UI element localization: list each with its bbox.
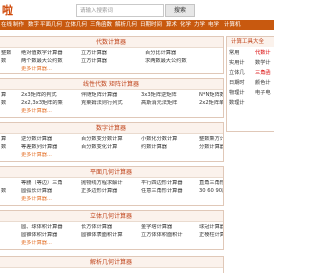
calc-link[interactable]: 30 60 90度直角三: [199, 188, 223, 195]
calc-link[interactable]: 圆锥体积计算器: [21, 232, 79, 239]
sidebar-title: 计算工具大全: [227, 37, 274, 47]
nav-item-arithmetic[interactable]: 算术: [166, 21, 177, 29]
section-analytic-geometry: 解析几何计算器: [0, 256, 224, 273]
calc-link[interactable]: 求两数最大公约数: [145, 58, 187, 65]
calc-link[interactable]: 百分比计算器: [145, 50, 176, 57]
calc-link[interactable]: 算: [1, 92, 6, 99]
calc-link[interactable]: 长方体计算器: [81, 224, 137, 231]
calc-link[interactable]: 数: [1, 100, 6, 107]
calc-link[interactable]: 抛物线方程求解计: [81, 180, 137, 187]
sidebar-link[interactable]: 电子电: [255, 88, 271, 98]
sidebar-link[interactable]: 颜色计: [255, 78, 271, 88]
section-number: 数字计算器 算 逆分数计算器 百分数变分数计算 小数化分数计算 整数乘方计算器 …: [0, 122, 224, 162]
nav-item-online[interactable]: 在线: [1, 21, 12, 29]
nav-item-plane-geometry[interactable]: 平面几何: [40, 21, 62, 29]
nav-item-mechanics[interactable]: 力学: [194, 21, 205, 29]
calc-link[interactable]: 整数乘方计算器: [199, 136, 223, 143]
nav-item-number[interactable]: 数字: [28, 21, 39, 29]
calc-link[interactable]: 算: [1, 136, 6, 143]
section-title: 线性代数 矩阵计算器: [0, 79, 223, 90]
more-link[interactable]: 更多计算器...: [21, 240, 52, 247]
sidebar-link[interactable]: 立体几: [229, 68, 245, 78]
sidebar-link[interactable]: 常用: [229, 48, 245, 58]
section-algebra: 代数计算器 整数 绝对值数字计算器 立方计算器 百分比计算器 数 两个数最大公约…: [0, 36, 224, 74]
calc-link[interactable]: 数: [1, 144, 6, 151]
sidebar-link[interactable]: 实用计: [229, 58, 245, 68]
calc-link[interactable]: 百分数变化计算: [81, 144, 137, 151]
calc-link[interactable]: 球冠计算器: [199, 224, 223, 231]
more-link[interactable]: 更多计算器...: [21, 108, 52, 115]
calc-link[interactable]: 整数: [1, 50, 11, 57]
sidebar-col-2: 代数计 数学计 三角函 颜色计 电子电: [255, 48, 271, 98]
nav-item-computer[interactable]: 计算机: [224, 21, 241, 29]
calc-link[interactable]: 圆锥体表面积计算: [81, 232, 137, 239]
calc-link[interactable]: 分数计算器: [199, 144, 223, 151]
calc-link[interactable]: 任意三角形计算器: [141, 188, 197, 195]
sidebar-link[interactable]: 物理计: [229, 88, 245, 98]
site-logo[interactable]: 啦: [2, 2, 13, 18]
calc-link[interactable]: 正棱柱计算器: [199, 232, 223, 239]
sidebar-link[interactable]: 数学计: [255, 58, 271, 68]
calc-link[interactable]: 等差数列计算器: [21, 144, 79, 151]
nav-item-trig[interactable]: 三角函数: [90, 21, 112, 29]
calc-link[interactable]: 小数化分数计算: [141, 136, 197, 143]
calc-link[interactable]: N*N矩阵数的标准: [199, 92, 223, 99]
calc-link[interactable]: 约数计算器: [141, 144, 197, 151]
calc-link[interactable]: 克莱姆法则行列式: [81, 100, 137, 107]
sidebar-link[interactable]: 日期时: [229, 78, 245, 88]
calc-link[interactable]: 立方计算器: [81, 58, 107, 65]
section-solid-geometry: 立体几何计算器 圆、球体积计算器 长方体计算器 金字塔计算器 球冠计算器 圆锥体…: [0, 210, 224, 250]
calc-link[interactable]: 立方计算器: [81, 50, 107, 57]
calc-link[interactable]: 立方体体积面积计: [141, 232, 197, 239]
section-title: 数字计算器: [0, 123, 223, 134]
nav-item-chemistry[interactable]: 化学: [180, 21, 191, 29]
calc-link[interactable]: 高斯消元法矩阵: [141, 100, 197, 107]
section-linear-algebra: 线性代数 矩阵计算器 算 2x3矩阵的判式 伴随矩阵计算器 3x3矩阵逆矩阵 N…: [0, 78, 224, 118]
sidebar-link[interactable]: 代数计: [255, 48, 271, 58]
nav-item-make[interactable]: 制作: [13, 21, 24, 29]
calc-link[interactable]: 数: [1, 188, 6, 195]
calc-link[interactable]: 金字塔计算器: [141, 224, 197, 231]
nav-item-analytic-geometry[interactable]: 解析几何: [115, 21, 137, 29]
sidebar-tools: 计算工具大全 常用 实用计 立体几 日期时 物理计 数理计 代数计 数学计 三角…: [226, 36, 274, 132]
calc-link[interactable]: 等腰（等边）三角: [21, 180, 79, 187]
calc-link[interactable]: 平行四边形计算器: [141, 180, 197, 187]
nav-item-solid-geometry[interactable]: 立体几何: [65, 21, 87, 29]
more-link[interactable]: 更多计算器...: [21, 152, 52, 159]
main-nav: 在线 制作 数字 平面几何 立体几何 三角函数 解析几何 日期时间 算术 化学 …: [0, 20, 274, 30]
section-plane-geometry: 平面几何计算器 等腰（等边）三角 抛物线方程求解计 平行四边形计算器 直角三角形…: [0, 166, 224, 206]
section-title: 立体几何计算器: [0, 211, 223, 222]
sidebar-link[interactable]: 数理计: [229, 98, 245, 108]
calc-link[interactable]: 正多边形计算器: [81, 188, 137, 195]
section-title: 平面几何计算器: [0, 167, 223, 178]
calc-link[interactable]: 逆分数计算器: [21, 136, 79, 143]
section-title: 代数计算器: [0, 37, 223, 48]
section-title: 解析几何计算器: [0, 257, 223, 268]
calc-link[interactable]: 两个数最大公约数: [21, 58, 63, 65]
page: 啦 请输入搜索词 搜索 在线 制作 数字 平面几何 立体几何 三角函数 解析几何…: [0, 0, 274, 273]
nav-item-electricity[interactable]: 电学: [208, 21, 219, 29]
more-link[interactable]: 更多计算器...: [21, 196, 52, 203]
calc-link[interactable]: 3x3矩阵逆矩阵: [141, 92, 197, 99]
calc-link[interactable]: 直角三角形（勾股: [199, 180, 223, 187]
search-button[interactable]: 搜索: [165, 4, 195, 17]
calc-link[interactable]: 2x2矩阵单位计算: [199, 100, 223, 107]
search-input[interactable]: 请输入搜索词: [76, 4, 164, 17]
calc-link[interactable]: 圆、球体积计算器: [21, 224, 79, 231]
calc-link[interactable]: 2x2,3x3矩阵的乘: [21, 100, 79, 107]
calc-link[interactable]: 绝对值数字计算器: [21, 50, 63, 57]
sidebar-link[interactable]: 三角函: [255, 68, 271, 78]
header: 啦 请输入搜索词 搜索: [0, 0, 274, 20]
sidebar-col-1: 常用 实用计 立体几 日期时 物理计 数理计: [229, 48, 245, 108]
calc-link[interactable]: 百分数变分数计算: [81, 136, 137, 143]
more-link[interactable]: 更多计算器...: [21, 66, 52, 73]
calc-link[interactable]: 圆弧长计算器: [21, 188, 79, 195]
nav-item-datetime[interactable]: 日期时间: [140, 21, 162, 29]
calc-link[interactable]: 2x3矩阵的判式: [21, 92, 79, 99]
calc-link[interactable]: 数: [1, 58, 6, 65]
calc-link[interactable]: 伴随矩阵计算器: [81, 92, 137, 99]
